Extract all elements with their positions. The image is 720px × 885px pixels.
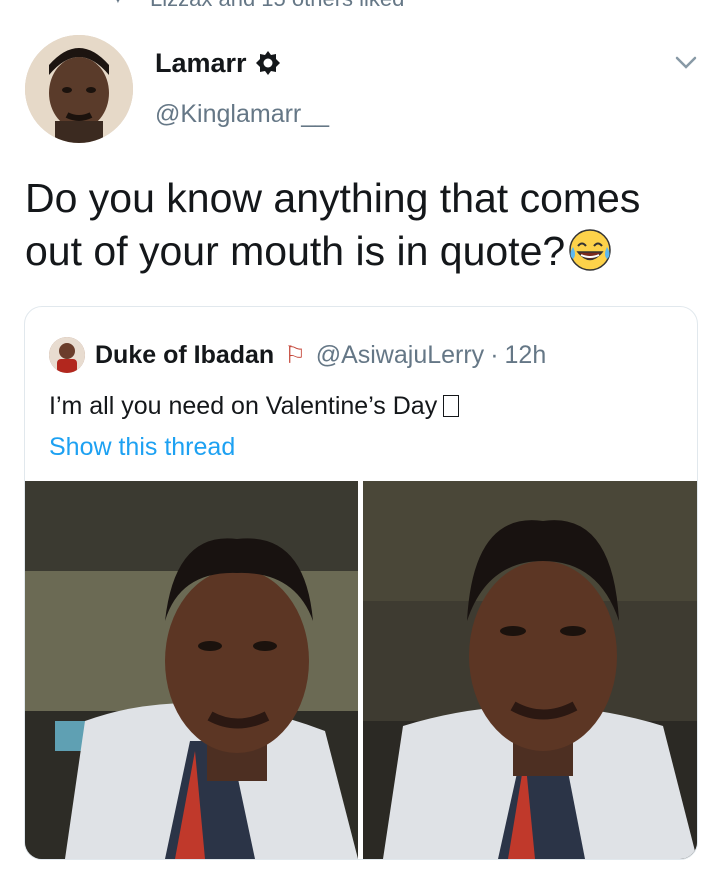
quoted-tweet-time[interactable]: 12h <box>505 341 547 370</box>
quoted-tweet-text: I’m all you need on Valentine’s Day <box>49 392 438 420</box>
quoted-tweet-body: I’m all you need on Valentine’s Day <box>49 392 460 421</box>
quoted-tweet-card[interactable]: Duke of Ibadan ⚐ @AsiwajuLerry · 12h I’m… <box>24 306 698 860</box>
selfie-photo-right[interactable] <box>363 481 697 859</box>
heart-icon: ♥ <box>112 0 124 9</box>
flag-emoji-icon: ⚐ <box>284 341 306 369</box>
quoted-author-handle[interactable]: @AsiwajuLerry <box>316 341 484 370</box>
quoted-author-avatar[interactable] <box>49 337 85 373</box>
author-avatar[interactable] <box>25 35 133 143</box>
author-name-row[interactable]: Lamarr <box>155 45 281 81</box>
quoted-tweet-header: Duke of Ibadan ⚐ @AsiwajuLerry · 12h <box>49 335 546 375</box>
tweet-body: Do you know anything that comes out of y… <box>25 172 705 278</box>
quoted-author-name[interactable]: Duke of Ibadan <box>95 341 274 370</box>
tweet-text: Do you know anything that comes out of y… <box>25 175 641 274</box>
liked-by-bar[interactable]: ♥ Lizzax and 15 others liked <box>0 0 720 12</box>
selfie-photo-left[interactable] <box>25 481 358 859</box>
show-thread-link[interactable]: Show this thread <box>49 433 235 462</box>
separator-dot: · <box>490 340 499 369</box>
verified-badge-icon <box>255 51 280 75</box>
chevron-down-icon[interactable] <box>672 48 700 76</box>
missing-emoji-glyph <box>443 395 460 417</box>
author-handle[interactable]: @Kinglamarr__ <box>155 100 329 129</box>
author-name[interactable]: Lamarr <box>155 48 247 79</box>
laughing-tears-emoji <box>569 229 611 271</box>
liked-by-text: Lizzax and 15 others liked <box>150 0 404 12</box>
